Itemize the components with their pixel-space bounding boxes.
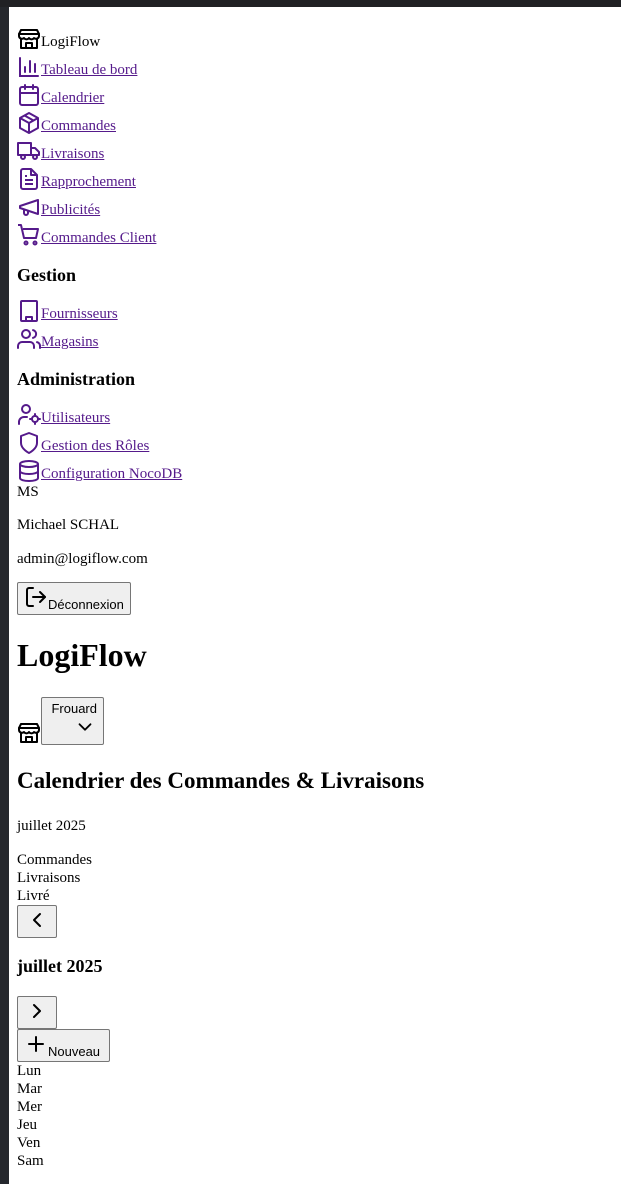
weekday-sat: Sam — [17, 1153, 44, 1169]
page-title: LogiFlow — [17, 637, 147, 673]
sidebar-item-ads[interactable]: Publicités — [17, 191, 621, 219]
sidebar-link-deliveries[interactable]: Livraisons — [41, 145, 104, 163]
sidebar-item-customer-orders[interactable]: Commandes Client — [17, 219, 621, 247]
sidebar-link-users[interactable]: Utilisateurs — [41, 409, 110, 427]
legend-deliveries: Livraisons — [17, 870, 81, 886]
prev-month-button[interactable] — [17, 905, 57, 938]
user-cog-icon — [17, 403, 41, 427]
users-icon — [17, 327, 41, 351]
weekday-mon: Lun — [17, 1063, 42, 1079]
shield-icon — [17, 431, 41, 455]
sidebar-item-users[interactable]: Utilisateurs — [17, 399, 621, 427]
user-email: admin@logiflow.com — [17, 551, 148, 567]
weekday-wed: Mer — [17, 1099, 42, 1115]
weekday-thu: Jeu — [17, 1117, 37, 1133]
megaphone-icon — [17, 195, 41, 219]
brand-name: LogiFlow — [41, 34, 101, 50]
sidebar-link-roles[interactable]: Gestion des Rôles — [41, 437, 149, 455]
sidebar-item-reconciliation[interactable]: Rapprochement — [17, 163, 621, 191]
store-selector-row: Frouard — [17, 697, 621, 745]
plus-icon — [24, 1032, 48, 1059]
user-block: MS Michael SCHAL admin@logiflow.com — [17, 483, 621, 569]
store-icon — [17, 721, 41, 745]
calendar-subtitle-month: juillet 2025 — [17, 818, 86, 834]
sidebar-link-stores[interactable]: Magasins — [41, 333, 99, 351]
database-icon — [17, 459, 41, 483]
new-button[interactable]: Nouveau — [17, 1029, 110, 1062]
calendar-icon — [17, 83, 41, 107]
avatar: MS — [17, 484, 39, 500]
sidebar-item-dashboard[interactable]: Tableau de bord — [17, 51, 621, 79]
file-text-icon — [17, 167, 41, 191]
next-month-button[interactable] — [17, 996, 57, 1029]
bar-chart-icon — [17, 55, 41, 79]
window-top-edge — [0, 0, 621, 7]
package-icon — [17, 111, 41, 135]
chevron-right-icon — [25, 999, 49, 1026]
sidebar-link-calendar[interactable]: Calendrier — [41, 89, 104, 107]
sidebar-item-deliveries[interactable]: Livraisons — [17, 135, 621, 163]
sidebar-link-nocodb[interactable]: Configuration NocoDB — [41, 465, 182, 483]
legend-delivered: Livré — [17, 888, 50, 904]
calendar-current-month: juillet 2025 — [17, 956, 103, 976]
weekday-header: Lun Mar Mer Jeu Ven Sam — [17, 1062, 621, 1170]
sidebar-item-calendar[interactable]: Calendrier — [17, 79, 621, 107]
sidebar-link-orders[interactable]: Commandes — [41, 117, 116, 135]
building-icon — [17, 299, 41, 323]
sidebar-item-suppliers[interactable]: Fournisseurs — [17, 295, 621, 323]
cart-icon — [17, 223, 41, 247]
user-name: Michael SCHAL — [17, 517, 120, 533]
store-icon — [17, 27, 41, 51]
new-button-label: Nouveau — [48, 1044, 101, 1059]
sidebar-link-reconciliation[interactable]: Rapprochement — [41, 173, 136, 191]
truck-icon — [17, 139, 41, 163]
logout-label: Déconnexion — [48, 597, 124, 612]
admin-heading: Administration — [17, 369, 136, 389]
page: LogiFlow Tableau de bord Calendrier Comm… — [9, 7, 621, 1184]
weekday-tue: Mar — [17, 1081, 42, 1097]
window-left-edge — [0, 7, 9, 1184]
sidebar-item-stores[interactable]: Magasins — [17, 323, 621, 351]
legend-orders: Commandes — [17, 852, 92, 868]
sidebar-link-customer-orders[interactable]: Commandes Client — [41, 229, 156, 247]
weekday-fri: Ven — [17, 1135, 41, 1151]
logout-button[interactable]: Déconnexion — [17, 582, 131, 615]
calendar-title: Calendrier des Commandes & Livraisons — [17, 768, 425, 793]
sidebar-item-nocodb[interactable]: Configuration NocoDB — [17, 455, 621, 483]
chevron-down-icon — [73, 716, 97, 741]
chevron-left-icon — [25, 908, 49, 935]
store-select[interactable]: Frouard — [41, 697, 104, 745]
sidebar-item-orders[interactable]: Commandes — [17, 107, 621, 135]
sidebar-link-ads[interactable]: Publicités — [41, 201, 100, 219]
gestion-heading: Gestion — [17, 265, 77, 285]
sidebar-brand: LogiFlow — [17, 23, 621, 51]
sidebar-link-dashboard[interactable]: Tableau de bord — [41, 61, 137, 79]
sidebar-item-roles[interactable]: Gestion des Rôles — [17, 427, 621, 455]
store-select-value: Frouard — [51, 701, 97, 716]
logout-icon — [24, 585, 48, 612]
content: LogiFlow Tableau de bord Calendrier Comm… — [9, 7, 621, 1170]
sidebar-link-suppliers[interactable]: Fournisseurs — [41, 305, 118, 323]
calendar-legend: Commandes Livraisons Livré — [17, 851, 621, 905]
